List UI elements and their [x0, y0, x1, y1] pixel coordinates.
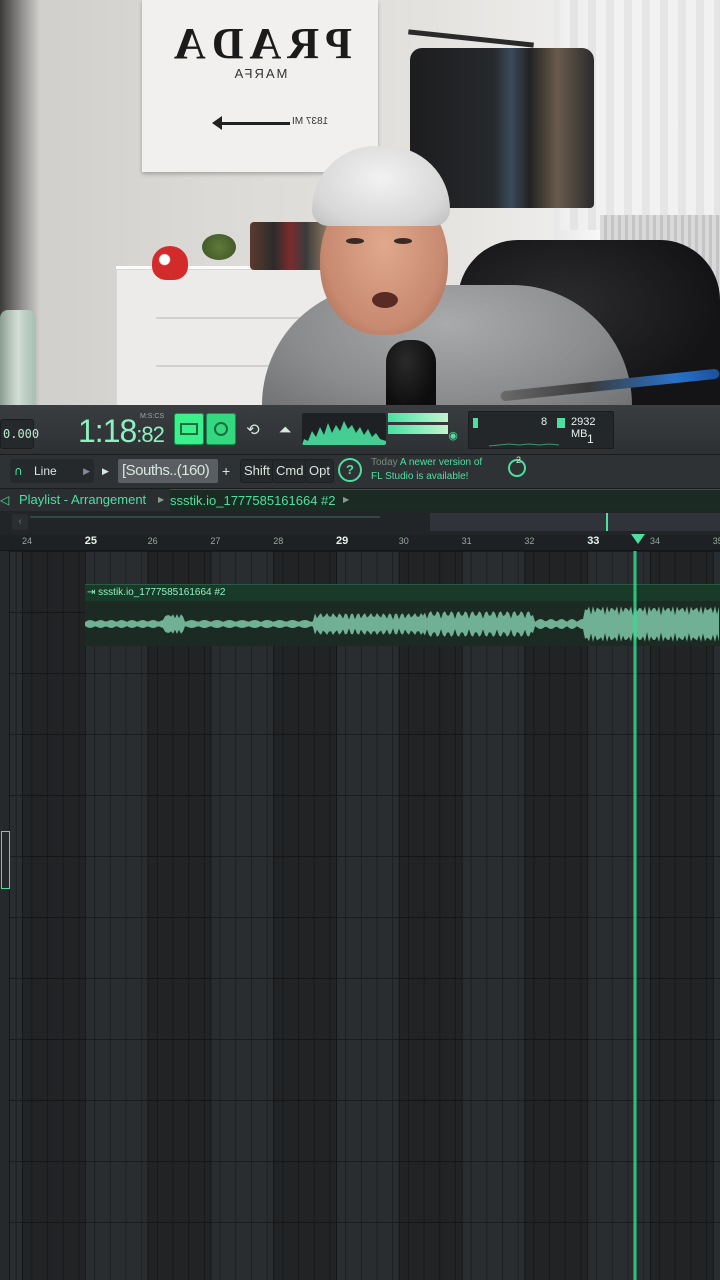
microphone — [386, 340, 436, 405]
pattern-mode-button[interactable] — [174, 413, 204, 445]
timeline-ruler[interactable]: 24 25 26 27 28 29 30 31 32 33 34 35 — [0, 535, 720, 551]
news-text-1: A newer version of — [399, 457, 483, 468]
speaker-icon[interactable]: ◁ — [0, 489, 9, 511]
audio-clip[interactable]: ⇥ ssstik.io_1777585161664 #2 — [85, 584, 720, 646]
visible-range[interactable] — [430, 513, 720, 531]
ruler-tick: 26 — [147, 536, 158, 546]
cpu-memory-panel: 8 2932 MB 1 — [468, 411, 614, 449]
time-cs: :82 — [136, 422, 165, 447]
playlist-grid[interactable] — [0, 551, 720, 1280]
grid-bar-lines — [0, 551, 720, 1280]
ruler-tick: 28 — [273, 536, 284, 546]
metronome-icon[interactable]: ⏶ — [272, 417, 298, 443]
ruler-tick: 30 — [398, 536, 409, 546]
memory-indicator — [557, 418, 565, 428]
cmd-button[interactable]: Cmd — [272, 459, 308, 483]
clip-header[interactable]: ⇥ ssstik.io_1777585161664 #2 — [85, 585, 720, 601]
poster-brand: PRADA — [168, 19, 352, 68]
snap-label: Line — [34, 464, 57, 478]
shift-button[interactable]: Shift — [240, 459, 275, 483]
bottle — [0, 310, 36, 405]
webcam-feed: PRADA MARFA 1837 MI — [0, 0, 720, 405]
poster: PRADA MARFA 1837 MI — [142, 0, 378, 172]
breadcrumb-arrow-icon: ▶ — [343, 495, 350, 504]
song-icon — [214, 422, 228, 436]
news-panel[interactable]: Today A newer version of FL Studio is av… — [371, 456, 507, 486]
notification-badge: 2 — [516, 455, 522, 465]
clip-label: ssstik.io_1777585161664 #2 — [98, 587, 226, 598]
chevron-right-icon: ▶ — [83, 466, 90, 476]
waveform — [85, 606, 719, 642]
magnet-icon: ∩ — [14, 464, 23, 478]
hint-icon[interactable]: ? — [338, 458, 362, 482]
eye — [346, 238, 364, 244]
add-pattern-icon[interactable]: + — [222, 459, 230, 483]
eye — [394, 238, 412, 244]
oscilloscope — [302, 413, 386, 445]
playhead[interactable] — [633, 551, 637, 1280]
track-header-strip[interactable] — [0, 551, 10, 1280]
cpu-value: 8 — [541, 416, 548, 428]
oscilloscope-graph — [302, 421, 386, 445]
poster-sub: MARFA — [232, 66, 288, 81]
shelf-items — [250, 222, 330, 270]
pattern-icon — [180, 423, 198, 435]
ruler-tick: 25 — [84, 535, 98, 547]
ruler-tick: 32 — [524, 536, 535, 546]
overview-strip — [30, 516, 380, 518]
playlist-header: ◁ Playlist - Arrangement ▶ ssstik.io_177… — [0, 489, 720, 551]
polyphony-value: 1 — [587, 432, 594, 446]
screen: PRADA MARFA 1837 MI 0.000 1:18:82 M:S:CS — [0, 0, 720, 1280]
snap-selector[interactable]: ∩ Line ▶ — [10, 459, 94, 483]
plant — [202, 234, 236, 260]
song-mode-button[interactable] — [206, 413, 236, 445]
playlist-overview[interactable]: ‹ — [0, 511, 720, 535]
breadcrumb-arrow-icon: ▶ — [158, 495, 165, 504]
mouth — [372, 292, 398, 308]
waveform-shape — [85, 606, 719, 642]
playhead-marker-icon[interactable] — [631, 534, 645, 544]
news-text-2: FL Studio is available! — [371, 471, 469, 482]
scroll-left-icon[interactable]: ‹ — [12, 514, 28, 530]
cpu-graph — [489, 443, 559, 447]
level-meter-left — [388, 413, 448, 422]
loop-record-icon[interactable]: ⟲ — [240, 417, 266, 443]
level-meters — [388, 413, 448, 435]
pattern-selector[interactable]: ▶ [Souths..(160) + — [102, 459, 236, 483]
mushroom-lamp — [152, 246, 188, 280]
poster-mi: 1837 MI — [292, 116, 329, 127]
clothes-rack — [408, 29, 534, 48]
ruler-tick: 33 — [587, 535, 600, 547]
master-volume-icon[interactable]: ◉ — [444, 427, 462, 445]
poster-arrow — [212, 116, 290, 130]
main-toolbar: 0.000 1:18:82 M:S:CS ⟲ ⏶ ◉ 8 2932 MB 1 — [0, 405, 720, 455]
clip-arrow-icon: ⇥ — [87, 587, 99, 598]
ruler-tick: 27 — [210, 536, 221, 546]
level-meter-right — [388, 425, 448, 434]
play-pattern-icon[interactable]: ▶ — [102, 459, 116, 483]
cpu-indicator — [473, 418, 478, 428]
time-main: 1:18 — [78, 413, 137, 449]
news-date: Today — [371, 457, 398, 468]
ruler-tick: 34 — [650, 536, 661, 546]
playlist-toolbar: ∩ Line ▶ ▶ [Souths..(160) + Shift Cmd Op… — [0, 455, 720, 489]
overview-playhead — [606, 513, 608, 531]
opt-button[interactable]: Opt — [305, 459, 334, 483]
selected-track-indicator[interactable] — [1, 831, 10, 889]
ruler-tick: 35 — [712, 536, 720, 546]
pattern-name[interactable]: [Souths..(160) — [118, 459, 218, 483]
playlist-title[interactable]: Playlist - Arrangement — [19, 489, 146, 511]
ruler-tick: 31 — [461, 536, 472, 546]
tempo-display[interactable]: 0.000 — [0, 419, 39, 449]
time-format-label: M:S:CS — [140, 413, 165, 420]
ruler-tick: 29 — [336, 535, 349, 547]
ruler-tick: 24 — [22, 536, 33, 546]
